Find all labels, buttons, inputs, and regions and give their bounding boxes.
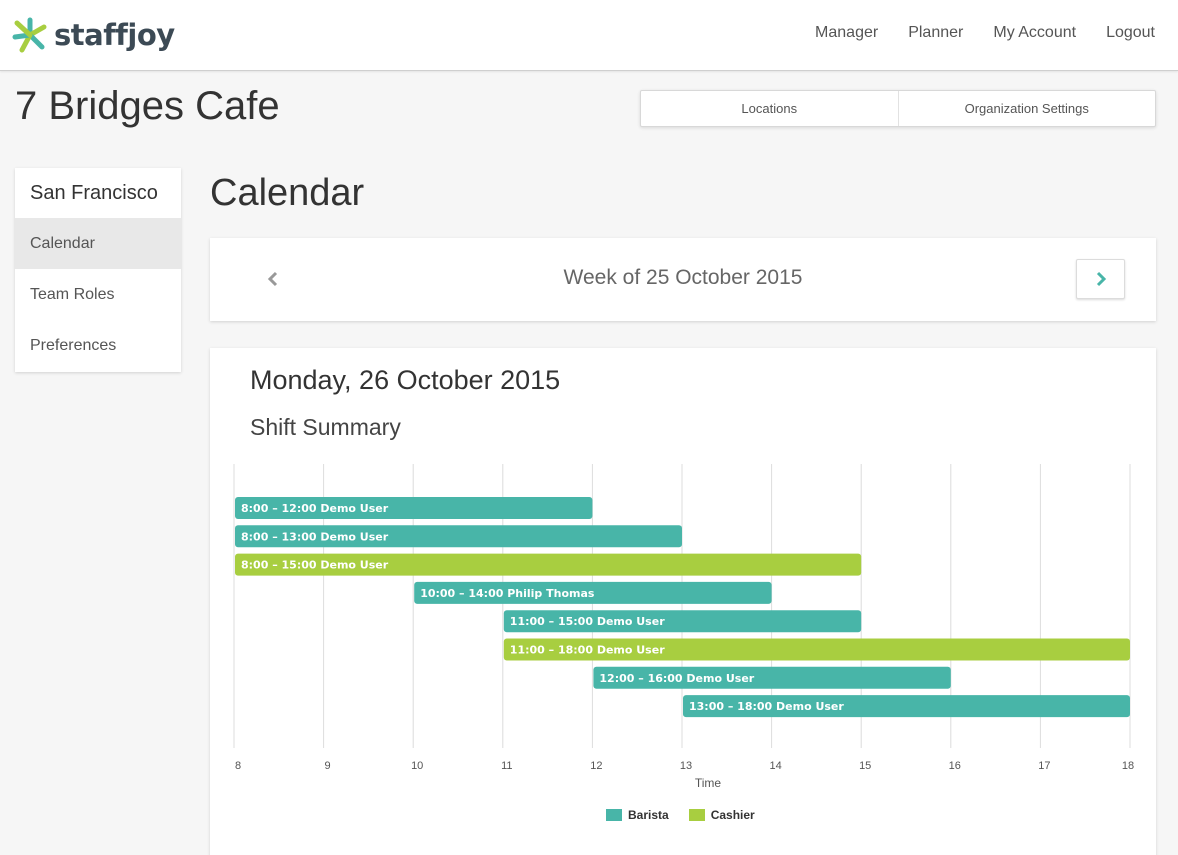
shift-bar-label: 13:00 – 18:00 Demo User [689, 700, 844, 713]
week-navigator: Week of 25 October 2015 [210, 238, 1156, 321]
nav-link-my-account[interactable]: My Account [993, 24, 1076, 42]
x-tick-label: 12 [590, 760, 602, 772]
x-tick-label: 15 [859, 760, 871, 772]
next-week-button[interactable] [1076, 259, 1125, 299]
day-card: Monday, 26 October 2015 Shift Summary 89… [210, 348, 1156, 855]
organization-title: 7 Bridges Cafe [15, 84, 280, 128]
brand-logo[interactable]: staffjoy [12, 16, 175, 54]
sidebar-item-team-roles[interactable]: Team Roles [15, 269, 181, 320]
tab-locations[interactable]: Locations [641, 91, 898, 126]
chevron-right-icon [1096, 271, 1106, 287]
shift-bar-label: 12:00 – 16:00 Demo User [599, 672, 754, 685]
shift-bar-label: 8:00 – 13:00 Demo User [241, 530, 389, 543]
sidebar-item-calendar[interactable]: Calendar [15, 218, 181, 269]
legend-item-barista[interactable]: Barista [606, 808, 669, 822]
shift-bar-label: 11:00 – 18:00 Demo User [510, 644, 665, 657]
legend-label-barista: Barista [628, 808, 669, 822]
shift-bar-label: 10:00 – 14:00 Philip Thomas [420, 587, 595, 600]
nav-links: Manager Planner My Account Logout [785, 24, 1155, 42]
tab-organization-settings[interactable]: Organization Settings [897, 91, 1156, 126]
sidebar-location-name: San Francisco [30, 181, 158, 204]
x-tick-label: 16 [949, 760, 961, 772]
x-tick-label: 8 [235, 760, 241, 772]
week-label: Week of 25 October 2015 [563, 266, 803, 289]
x-tick-label: 13 [680, 760, 692, 772]
x-tick-label: 11 [501, 760, 512, 772]
x-tick-label: 14 [769, 760, 781, 772]
shift-bar-label: 8:00 – 15:00 Demo User [241, 559, 389, 572]
page-title: Calendar [210, 172, 365, 214]
nav-link-planner[interactable]: Planner [908, 24, 963, 42]
x-tick-label: 9 [325, 760, 331, 772]
brand-name: staffjoy [54, 18, 175, 52]
staffjoy-asterisk-icon [12, 17, 47, 53]
legend-swatch-barista [606, 809, 622, 821]
shift-bar-label: 8:00 – 12:00 Demo User [241, 502, 389, 515]
legend-item-cashier[interactable]: Cashier [688, 808, 755, 822]
nav-link-manager[interactable]: Manager [815, 24, 878, 42]
x-tick-label: 17 [1038, 760, 1050, 772]
x-tick-label: 10 [411, 760, 423, 772]
sidebar-item-preferences[interactable]: Preferences [15, 320, 181, 371]
shift-bar-label: 11:00 – 15:00 Demo User [510, 615, 665, 628]
x-axis-label: Time [695, 776, 722, 790]
x-tick-label: 18 [1122, 760, 1134, 772]
nav-link-logout[interactable]: Logout [1106, 24, 1155, 42]
location-sidebar: San Francisco Calendar Team Roles Prefer… [15, 168, 181, 372]
shift-summary-chart: 8 9 10 11 12 13 14 15 16 17 18 Time 8:00 – 12:00 Dem… [233, 464, 1134, 790]
top-navbar: staffjoy Manager Planner My Account Logo… [0, 0, 1178, 71]
organization-tabs: Locations Organization Settings [640, 90, 1156, 127]
chart-legend: Barista Cashier [606, 808, 775, 822]
legend-swatch-cashier [688, 809, 705, 821]
legend-label-cashier: Cashier [710, 808, 755, 822]
